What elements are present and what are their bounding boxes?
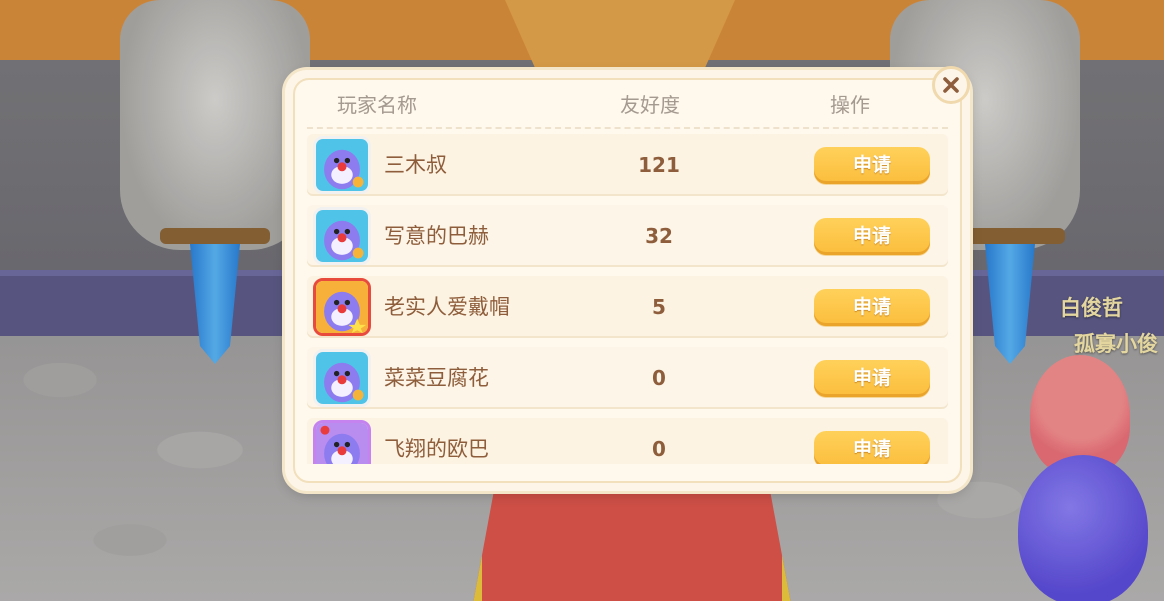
player-list[interactable]: 三木叔 121 申请 写意的巴赫 32 申请 老实人爱戴帽 5 申请 菜菜豆腐花… (307, 134, 948, 464)
player-name: 飞翔的欧巴 (384, 437, 489, 461)
close-icon (943, 77, 959, 93)
player-name: 三木叔 (384, 153, 447, 177)
avatar (313, 278, 371, 336)
column-header-friendship: 友好度 (620, 92, 680, 117)
player-name: 菜菜豆腐花 (384, 366, 489, 390)
header-divider (307, 127, 948, 129)
friendship-value: 0 (652, 366, 666, 390)
friend-list-dialog: 玩家名称 友好度 操作 三木叔 121 申请 写意的巴赫 32 申请 老实人爱戴… (285, 70, 970, 491)
friendship-value: 5 (652, 295, 666, 319)
apply-button[interactable]: 申请 (814, 218, 930, 255)
list-item: 写意的巴赫 32 申请 (307, 205, 948, 267)
friendship-value: 121 (638, 153, 680, 177)
apply-button[interactable]: 申请 (814, 431, 930, 464)
column-header-action: 操作 (830, 92, 870, 117)
player-name: 老实人爱戴帽 (384, 295, 510, 319)
apply-button[interactable]: 申请 (814, 360, 930, 397)
friendship-value: 32 (645, 224, 673, 248)
friendship-value: 0 (652, 437, 666, 461)
list-item: 老实人爱戴帽 5 申请 (307, 276, 948, 338)
apply-button[interactable]: 申请 (814, 289, 930, 326)
close-button[interactable] (932, 66, 970, 104)
list-item: 菜菜豆腐花 0 申请 (307, 347, 948, 409)
list-item: 飞翔的欧巴 0 申请 (307, 418, 948, 464)
avatar (313, 420, 371, 464)
avatar (313, 136, 371, 194)
table-header: 玩家名称 友好度 操作 (305, 80, 950, 126)
player-name: 写意的巴赫 (384, 224, 489, 248)
avatar (313, 349, 371, 407)
apply-button[interactable]: 申请 (814, 147, 930, 184)
list-item: 三木叔 121 申请 (307, 134, 948, 196)
avatar (313, 207, 371, 265)
column-header-player-name: 玩家名称 (337, 92, 417, 117)
